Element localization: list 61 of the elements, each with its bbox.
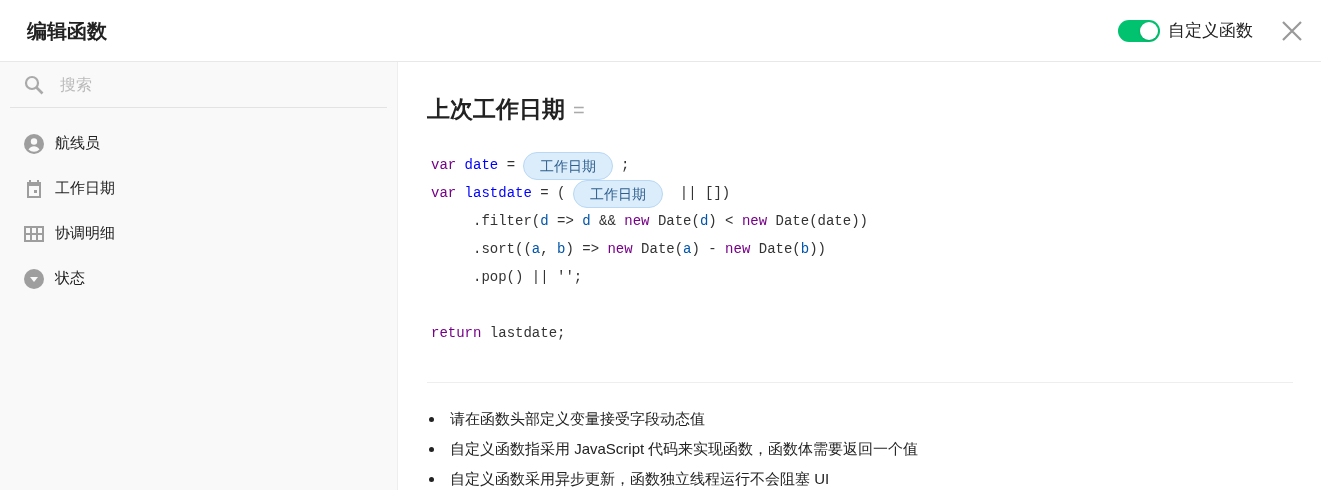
code-token: lastdate [463, 184, 532, 203]
dropdown-icon [24, 268, 44, 289]
search-icon [24, 74, 44, 95]
close-button[interactable] [1281, 19, 1303, 42]
code-token: = ( [539, 184, 566, 203]
code-token: b [556, 240, 566, 259]
code-token: ; [621, 156, 630, 175]
code-token: lastdate; [488, 324, 566, 343]
toggle-label: 自定义函数 [1168, 19, 1253, 42]
code-token: ) => [565, 240, 600, 259]
code-token: .filter( [472, 212, 541, 231]
field-tag[interactable]: 工作日期 [573, 179, 664, 208]
bullet-icon [429, 447, 434, 452]
note-text: 自定义函数指采用 JavaScript 代码来实现函数，函数体需要返回一个值 [450, 439, 919, 460]
note-text: 自定义函数采用异步更新，函数独立线程运行不会阻塞 UI [450, 469, 830, 490]
code-token: d [540, 212, 549, 231]
note-text: 请在函数头部定义变量接受字段动态值 [450, 409, 705, 430]
bullet-icon [429, 477, 434, 482]
sidebar-item[interactable]: 航线员 [10, 121, 387, 166]
window-title: 编辑函数 [27, 18, 107, 44]
code-token: => [556, 212, 574, 231]
user-icon [24, 133, 44, 154]
code-token: return [431, 324, 482, 343]
code-token: && [598, 212, 616, 231]
code-token: Date( [640, 240, 684, 259]
code-token: .sort(( [472, 240, 532, 259]
field-tag[interactable]: 工作日期 [523, 151, 614, 180]
code-token: ) - [691, 240, 717, 259]
code-token: d [581, 212, 591, 231]
bullet-icon [429, 417, 434, 422]
code-token: a [531, 240, 541, 259]
function-title: 上次工作日期 [427, 95, 565, 124]
toggle-switch[interactable] [1118, 19, 1160, 42]
code-token: new [623, 212, 650, 231]
code-token: Date( [757, 240, 801, 259]
code-token: b [800, 240, 810, 259]
code-token: || []) [678, 184, 731, 203]
close-icon [1282, 20, 1302, 41]
calendar-icon [24, 178, 44, 199]
search-field[interactable]: 搜索 [60, 72, 360, 97]
code-token: ) < [708, 212, 734, 231]
code-token: a [683, 240, 692, 259]
grid-icon [24, 225, 44, 242]
code-token: , [540, 240, 549, 259]
code-token: Date( [656, 212, 700, 231]
sidebar-item[interactable]: 协调明细 [10, 211, 387, 256]
code-token: date [463, 156, 499, 175]
code-token: = [505, 156, 516, 175]
sidebar-item[interactable]: 状态 [10, 256, 387, 301]
code-token: d [699, 212, 709, 231]
code-token: new [740, 212, 768, 231]
sidebar-item[interactable]: 工作日期 [10, 166, 387, 211]
code-token: var [431, 184, 457, 203]
code-token: new [724, 240, 751, 259]
code-token: new [606, 240, 633, 259]
equals-sign: = [573, 98, 585, 123]
code-editor[interactable]: var date = 工作日期 ; var lastdate = ( 工作日期 || []) .filter(d => d && new Date(d) < new Date(date)) .sort((a, b) => new Date(a) - new Date(b)) .pop() || ''; return lastdate; [427, 151, 1293, 348]
code-token: var [431, 156, 457, 175]
code-token: .pop() || ''; [472, 268, 583, 287]
code-token: Date(date)) [774, 212, 868, 231]
code-token: )) [809, 240, 826, 259]
